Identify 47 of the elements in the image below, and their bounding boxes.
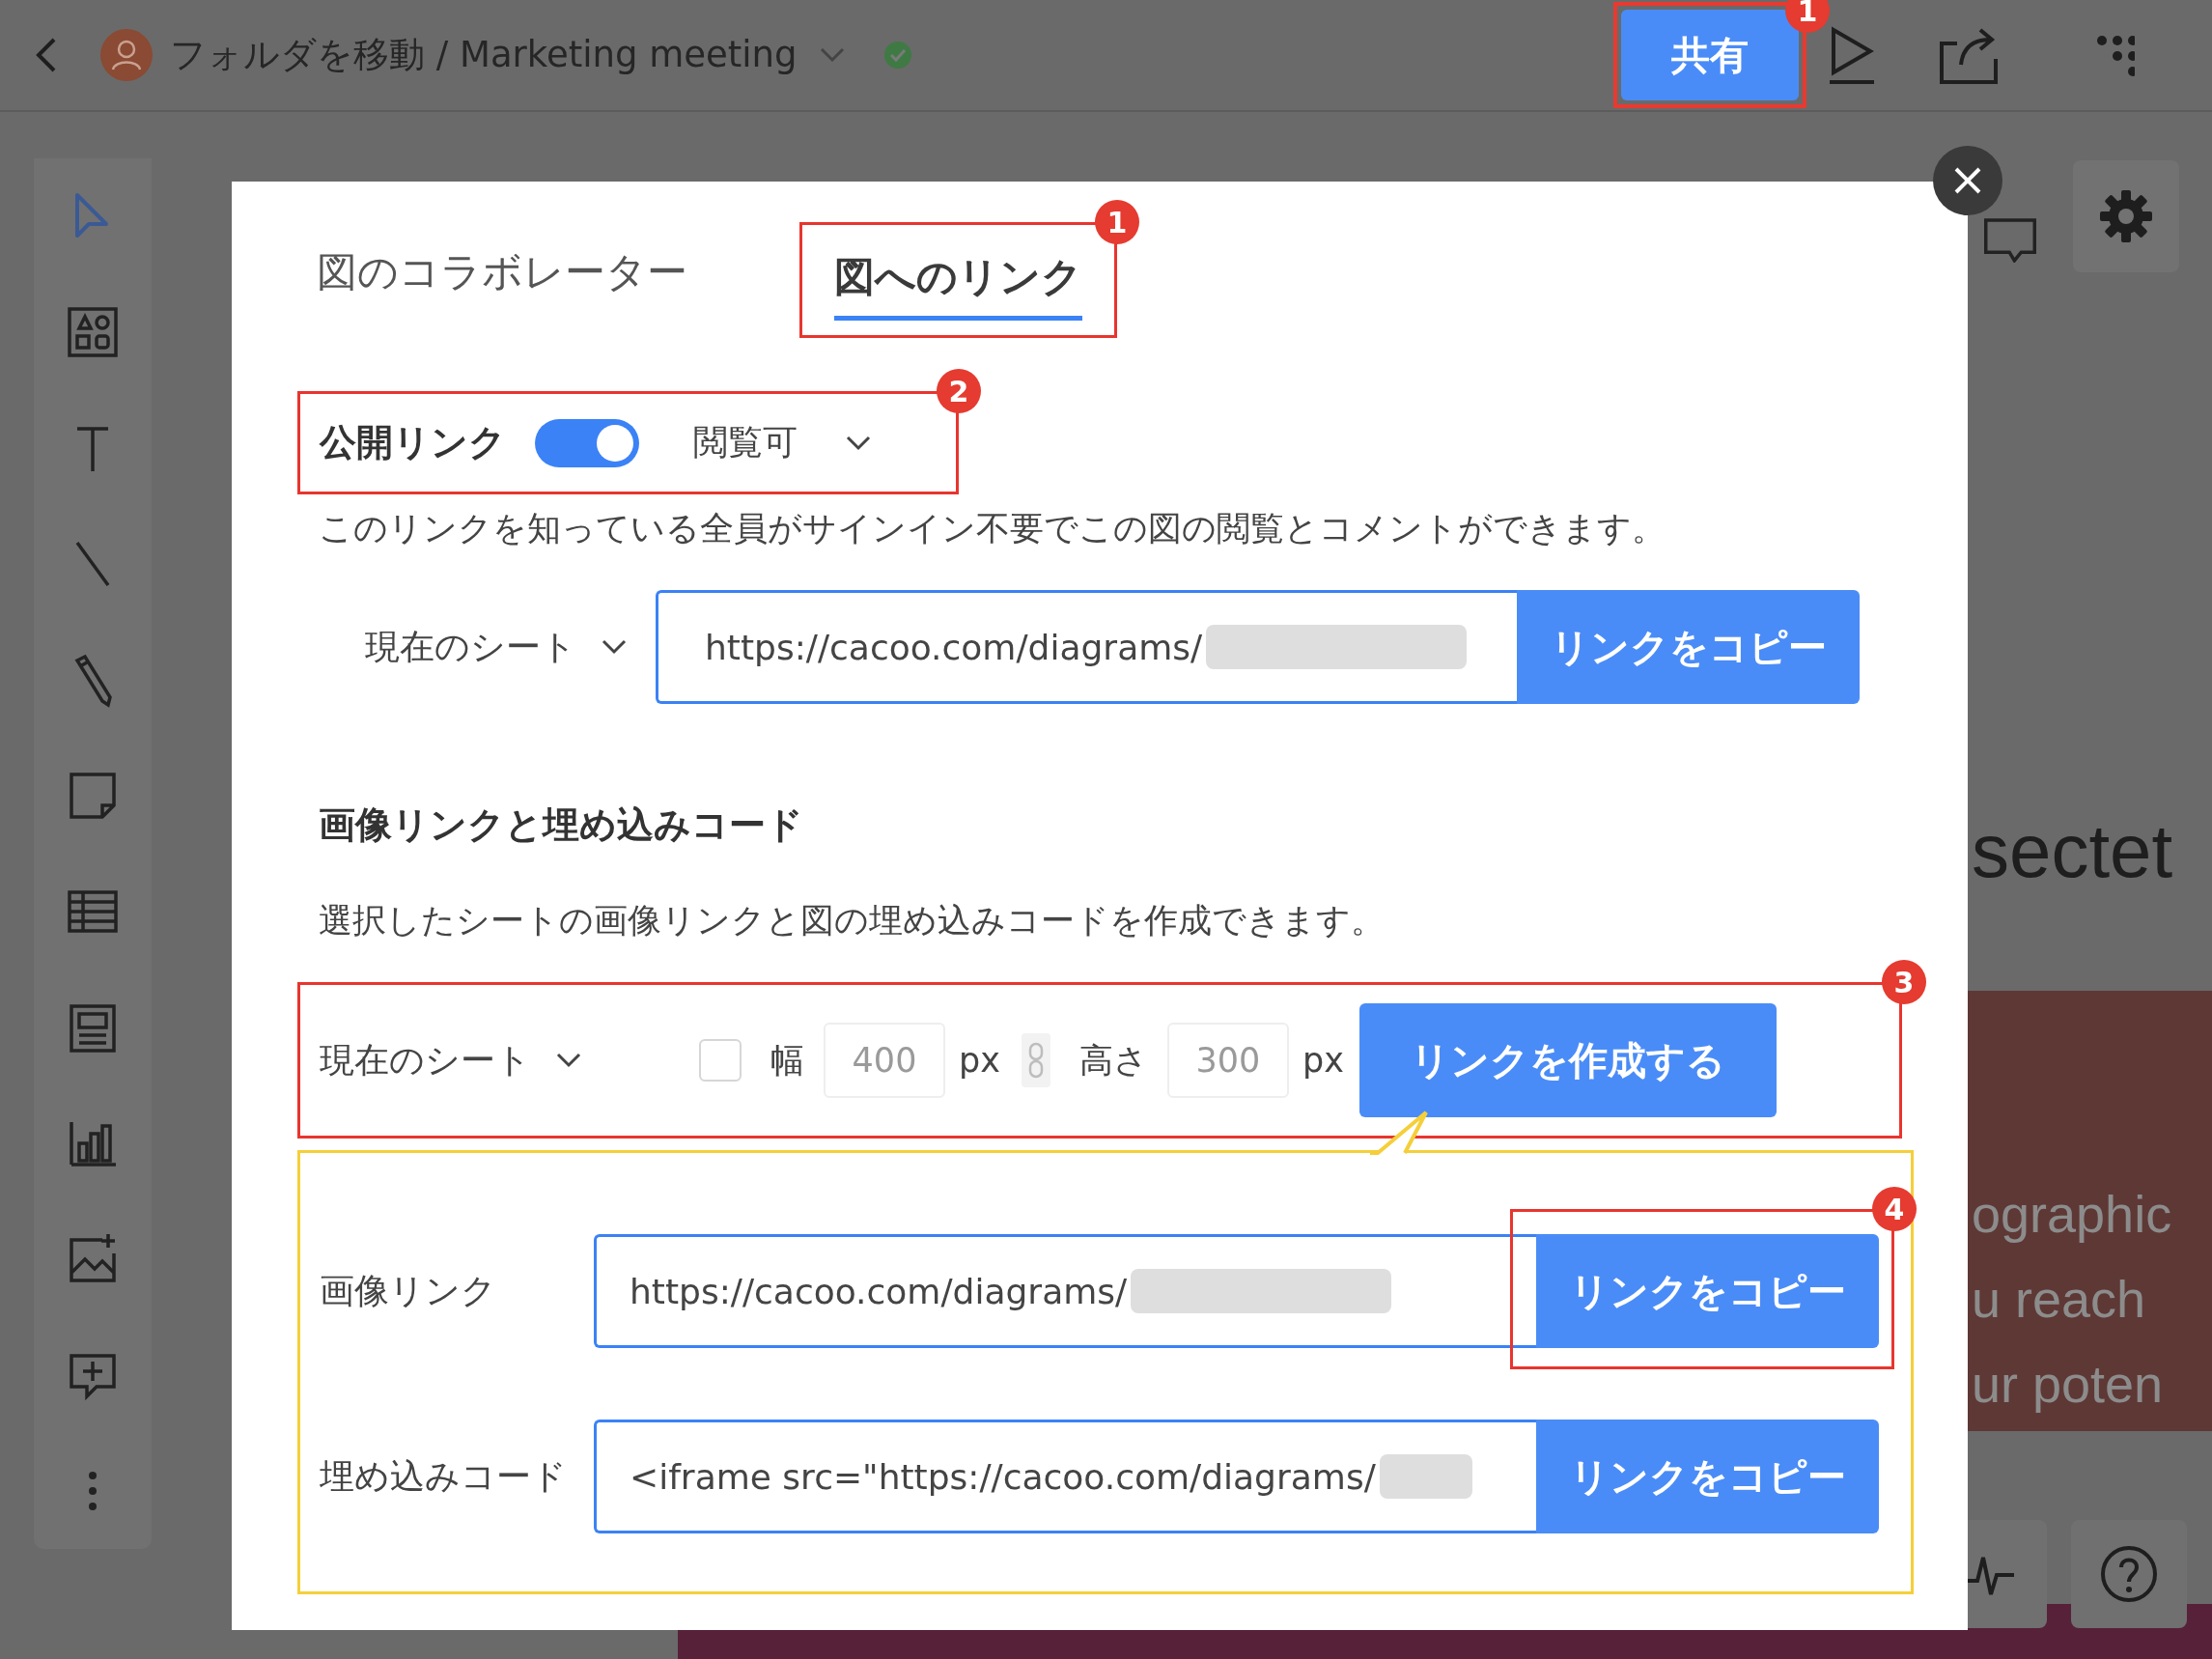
help-button[interactable] bbox=[2071, 1520, 2187, 1628]
url-field[interactable]: https://cacoo.com/diagrams/ bbox=[594, 1234, 1536, 1348]
link-ratio-button[interactable] bbox=[1021, 1033, 1050, 1087]
avatar-icon[interactable] bbox=[100, 29, 153, 81]
canvas-text: u reach bbox=[1972, 1269, 2146, 1329]
unit-label: px bbox=[959, 1041, 1000, 1080]
url-field[interactable]: <iframe src="https://cacoo.com/diagrams/ bbox=[594, 1420, 1536, 1533]
comment-icon bbox=[1984, 218, 2036, 263]
canvas-text: ographic bbox=[1972, 1184, 2172, 1244]
section-heading: 画像リンクと埋め込みコード bbox=[319, 802, 804, 848]
url-field[interactable]: https://cacoo.com/diagrams/ bbox=[656, 590, 1517, 704]
callout-badge: 4 bbox=[1872, 1187, 1917, 1231]
toggle-switch[interactable] bbox=[535, 418, 639, 467]
description-text: このリンクを知っている全員がサインイン不要でこの図の閲覧とコメントができます。 bbox=[318, 508, 1666, 549]
tab[interactable]: 図へのリンク bbox=[834, 249, 1082, 321]
checkbox[interactable] bbox=[699, 1039, 742, 1082]
sheet-dropdown[interactable]: 現在のシート bbox=[365, 623, 627, 671]
canvas-text: ur poten bbox=[1972, 1354, 2164, 1414]
chevron-down-icon[interactable] bbox=[846, 435, 871, 451]
field-label: 埋め込みコード bbox=[320, 1454, 568, 1498]
tab[interactable]: 図のコラボレーター bbox=[317, 244, 687, 316]
back-icon[interactable] bbox=[35, 36, 58, 74]
callout-badge: 2 bbox=[937, 369, 981, 413]
description-text: 選択したシートの画像リンクと図の埋め込みコードを作成できます。 bbox=[318, 900, 1386, 942]
chevron-down-icon[interactable] bbox=[556, 1053, 581, 1068]
public-link-label: 公開リンク bbox=[320, 420, 506, 465]
sheet-dropdown[interactable]: 現在のシート bbox=[320, 1036, 581, 1084]
export-icon[interactable] bbox=[1938, 26, 2000, 84]
help-icon bbox=[2100, 1545, 2158, 1603]
permission-dropdown[interactable]: 閲覧可 bbox=[693, 419, 871, 466]
settings-icon bbox=[2098, 188, 2154, 244]
width-field[interactable]: 400 bbox=[824, 1023, 945, 1098]
settings-button[interactable] bbox=[2073, 160, 2179, 272]
chevron-down-icon[interactable] bbox=[602, 639, 627, 655]
play-icon[interactable] bbox=[1828, 26, 1876, 84]
unit-label: px bbox=[1302, 1041, 1344, 1080]
height-field[interactable]: 300 bbox=[1166, 1023, 1289, 1098]
callout-badge: 1 bbox=[1095, 200, 1139, 244]
canvas-text: sectet bbox=[1972, 807, 2173, 895]
close-icon bbox=[1953, 166, 1982, 195]
height-label: 高さ bbox=[1078, 1039, 1148, 1082]
width-label: 幅 bbox=[770, 1039, 804, 1082]
callout-badge: 3 bbox=[1882, 960, 1926, 1004]
callout-badge: 1 bbox=[1785, 0, 1830, 33]
chain-link-icon bbox=[1027, 1042, 1044, 1079]
field-label: 画像リンク bbox=[320, 1269, 497, 1312]
check-circle-icon bbox=[883, 41, 913, 70]
